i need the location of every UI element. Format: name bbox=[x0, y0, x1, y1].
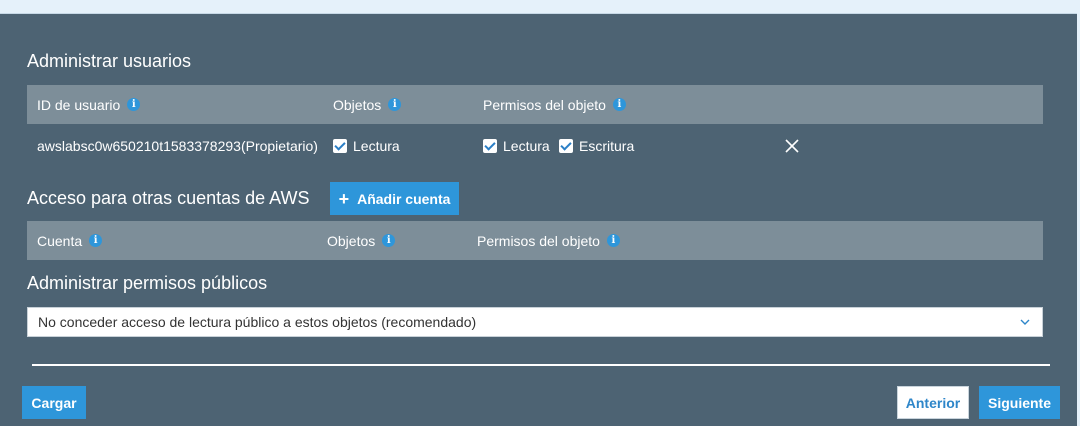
close-icon[interactable] bbox=[784, 138, 800, 154]
header-user-id: ID de usuario i bbox=[37, 85, 141, 124]
divider bbox=[32, 364, 1050, 366]
checkbox-checked-icon[interactable] bbox=[333, 139, 347, 153]
upload-button[interactable]: Cargar bbox=[22, 386, 86, 419]
add-account-button[interactable]: + Añadir cuenta bbox=[330, 182, 459, 215]
other-accounts-title: Acceso para otras cuentas de AWS bbox=[27, 188, 310, 208]
accounts-table-header: Cuenta i Objetos i Permisos del objeto i bbox=[27, 221, 1043, 260]
header-user-id-label: ID de usuario bbox=[37, 96, 121, 113]
top-bar bbox=[0, 0, 1077, 14]
objects-read-label: Lectura bbox=[353, 138, 400, 154]
info-icon[interactable]: i bbox=[382, 234, 396, 247]
header-object-permissions-label: Permisos del objeto bbox=[477, 232, 600, 249]
info-icon[interactable]: i bbox=[612, 98, 626, 111]
header-objects-label: Objetos bbox=[333, 96, 382, 113]
perm-read-label: Lectura bbox=[503, 138, 550, 154]
user-id-cell: awslabsc0w650210t1583378293(Propietario) bbox=[37, 138, 318, 154]
header-objects-label: Objetos bbox=[327, 232, 376, 249]
public-permissions-title: Administrar permisos públicos bbox=[27, 273, 268, 293]
previous-button[interactable]: Anterior bbox=[897, 386, 969, 419]
public-access-selected: No conceder acceso de lectura público a … bbox=[38, 314, 477, 330]
info-icon[interactable]: i bbox=[127, 98, 141, 111]
perm-write-checkbox[interactable]: Escritura bbox=[559, 124, 634, 168]
perm-write-label: Escritura bbox=[579, 138, 635, 154]
header-object-permissions: Permisos del objeto i bbox=[483, 85, 626, 124]
header-object-permissions: Permisos del objeto i bbox=[477, 221, 620, 260]
info-icon[interactable]: i bbox=[89, 234, 103, 247]
info-icon[interactable]: i bbox=[388, 98, 402, 111]
plus-icon: + bbox=[338, 188, 350, 209]
header-objects: Objetos i bbox=[333, 85, 402, 124]
header-account: Cuenta i bbox=[37, 221, 103, 260]
header-account-label: Cuenta bbox=[37, 232, 83, 249]
header-objects: Objetos i bbox=[327, 221, 396, 260]
add-account-label: Añadir cuenta bbox=[357, 190, 451, 207]
perm-read-checkbox[interactable]: Lectura bbox=[483, 124, 550, 168]
public-access-select[interactable]: No conceder acceso de lectura público a … bbox=[27, 307, 1043, 337]
checkbox-checked-icon[interactable] bbox=[483, 139, 497, 153]
next-button[interactable]: Siguiente bbox=[979, 386, 1060, 419]
manage-users-title: Administrar usuarios bbox=[27, 51, 192, 71]
user-row: awslabsc0w650210t1583378293(Propietario)… bbox=[27, 124, 1043, 168]
chevron-down-icon bbox=[1020, 319, 1030, 325]
info-icon[interactable]: i bbox=[606, 234, 620, 247]
users-table-header: ID de usuario i Objetos i Permisos del o… bbox=[27, 85, 1043, 124]
header-object-permissions-label: Permisos del objeto bbox=[483, 96, 606, 113]
checkbox-checked-icon[interactable] bbox=[559, 139, 573, 153]
objects-read-checkbox[interactable]: Lectura bbox=[333, 124, 400, 168]
